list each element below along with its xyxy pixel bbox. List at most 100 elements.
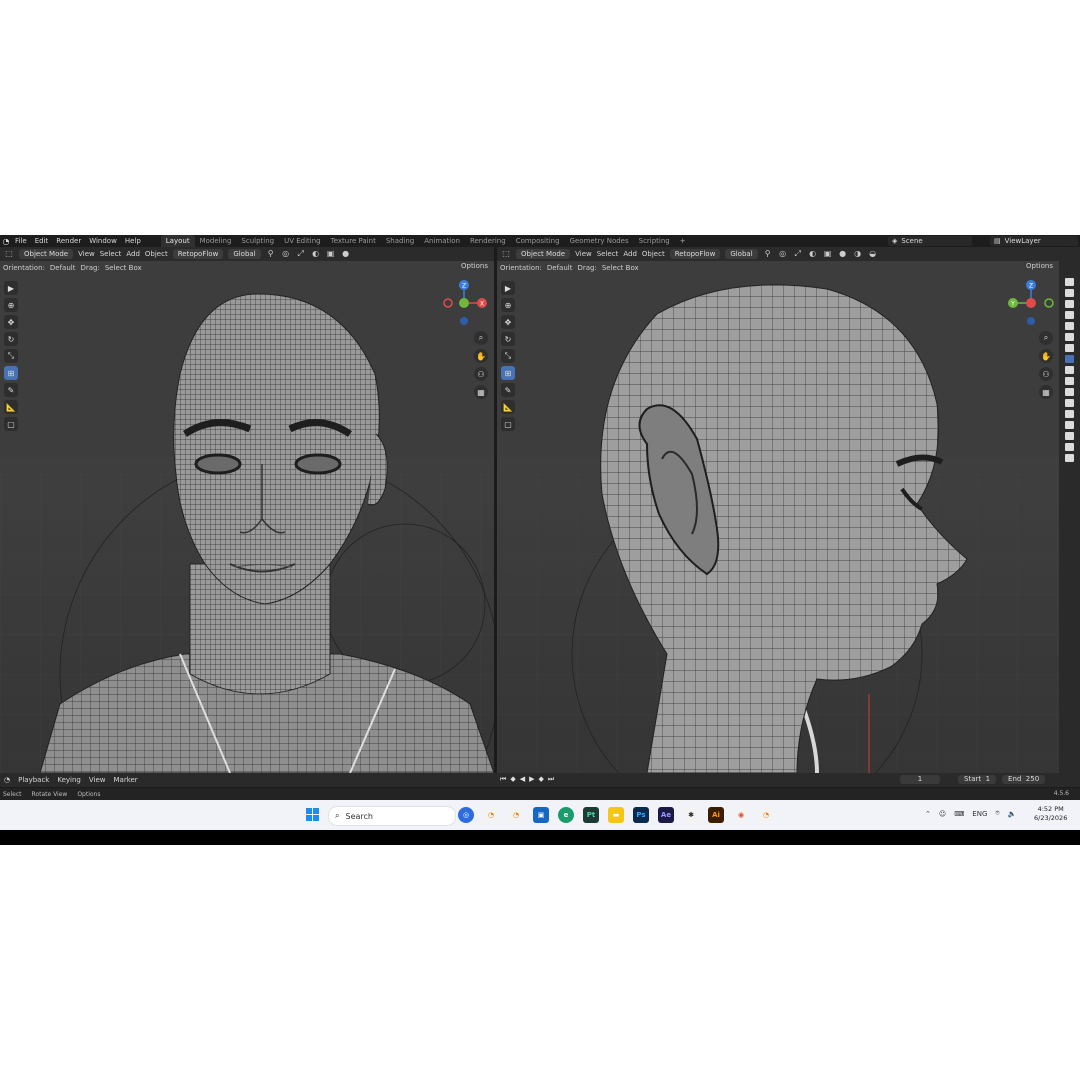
measure-tool-icon[interactable]: 📐	[501, 400, 515, 414]
gizmo-y-axis[interactable]	[459, 298, 469, 308]
scene-selector[interactable]: ◈ Scene	[888, 236, 972, 246]
physics-properties-icon[interactable]	[1065, 388, 1074, 396]
menu-object[interactable]: Object	[145, 250, 168, 258]
viewport-right[interactable]: ⬚ Object Mode View Select Add Object Ret…	[497, 247, 1059, 773]
tab-shading[interactable]: Shading	[381, 235, 419, 247]
modifier-properties-icon[interactable]	[1065, 366, 1074, 374]
photoshop-app-icon[interactable]: Ps	[633, 807, 649, 823]
view-layer-selector[interactable]: ▤ ViewLayer	[990, 236, 1078, 246]
jump-start-icon[interactable]: ⏮	[500, 775, 506, 784]
transform-orientation-dropdown[interactable]: Global	[228, 249, 261, 259]
proportional-edit-icon[interactable]: ◎	[778, 249, 788, 259]
measure-tool-icon[interactable]: 📐	[4, 400, 18, 414]
move-tool-icon[interactable]: ✥	[501, 315, 515, 329]
play-reverse-icon[interactable]: ◀	[520, 775, 525, 784]
drag-dropdown[interactable]: Select Box	[105, 264, 142, 272]
zoom-icon[interactable]: ⌕	[1039, 331, 1053, 345]
view-layer-properties-icon[interactable]	[1065, 311, 1074, 319]
tab-geometry-nodes[interactable]: Geometry Nodes	[565, 235, 634, 247]
timeline-editor-icon[interactable]: ◔	[4, 776, 10, 784]
output-properties-icon[interactable]	[1065, 300, 1074, 308]
perspective-grid-icon[interactable]: ▦	[1039, 385, 1053, 399]
tab-layout[interactable]: Layout	[160, 235, 195, 247]
menu-view[interactable]: View	[575, 250, 592, 258]
mode-dropdown[interactable]: Object Mode	[19, 249, 74, 259]
retopoflow-dropdown[interactable]: RetopoFlow	[669, 249, 721, 259]
menu-render[interactable]: Render	[56, 237, 81, 245]
after-effects-app-icon[interactable]: Ae	[658, 807, 674, 823]
tray-chevron-icon[interactable]: ⌃	[925, 810, 931, 818]
menu-select[interactable]: Select	[597, 250, 619, 258]
gizmo-toggle-icon[interactable]: ⤢	[296, 249, 306, 259]
xray-icon[interactable]: ▣	[326, 249, 336, 259]
play-icon[interactable]: ▶	[529, 775, 534, 784]
shading-material-icon[interactable]: ◑	[853, 249, 863, 259]
drag-dropdown[interactable]: Select Box	[602, 264, 639, 272]
tab-scripting[interactable]: Scripting	[634, 235, 675, 247]
editor-type-icon[interactable]: ⬚	[4, 249, 14, 259]
file-explorer-icon[interactable]: ▬	[608, 807, 624, 823]
menu-file[interactable]: File	[15, 237, 27, 245]
store-app-icon[interactable]: ▣	[533, 807, 549, 823]
tab-modeling[interactable]: Modeling	[195, 235, 237, 247]
menu-help[interactable]: Help	[125, 237, 141, 245]
editor-type-icon[interactable]: ⬚	[501, 249, 511, 259]
shading-solid-icon[interactable]: ●	[838, 249, 848, 259]
zoom-icon[interactable]: ⌕	[474, 331, 488, 345]
render-properties-icon[interactable]	[1065, 289, 1074, 297]
menu-keying[interactable]: Keying	[57, 776, 81, 784]
menu-playback[interactable]: Playback	[18, 776, 49, 784]
nav-gizmo-right[interactable]: Z Y	[1005, 277, 1057, 329]
retopoflow-dropdown[interactable]: RetopoFlow	[172, 249, 224, 259]
gizmo-neg-x[interactable]	[443, 298, 453, 308]
language-indicator[interactable]: ENG	[972, 810, 987, 818]
rotate-tool-icon[interactable]: ↻	[501, 332, 515, 346]
cursor-tool-icon[interactable]: ⊕	[4, 298, 18, 312]
menu-add[interactable]: Add	[126, 250, 140, 258]
options-dropdown[interactable]: Options	[1026, 262, 1053, 270]
tab-uv-editing[interactable]: UV Editing	[279, 235, 326, 247]
shading-solid-icon[interactable]: ●	[341, 249, 351, 259]
transform-tool-icon[interactable]: ⊞	[501, 366, 515, 380]
move-tool-icon[interactable]: ✥	[4, 315, 18, 329]
annotate-tool-icon[interactable]: ✎	[501, 383, 515, 397]
menu-object[interactable]: Object	[642, 250, 665, 258]
cursor-tool-icon[interactable]: ⊕	[501, 298, 515, 312]
tool-properties-icon[interactable]	[1065, 278, 1074, 286]
gizmo-neg-y[interactable]	[1044, 298, 1054, 308]
network-icon[interactable]: ⌾	[995, 809, 999, 818]
zbrush-app-icon[interactable]: ✱	[683, 807, 699, 823]
next-keyframe-icon[interactable]: ◆	[538, 775, 543, 784]
shading-rendered-icon[interactable]: ◒	[868, 249, 878, 259]
options-dropdown[interactable]: Options	[461, 262, 488, 270]
gizmo-neg-z[interactable]	[1027, 317, 1035, 325]
edge-app-icon[interactable]: e	[558, 807, 574, 823]
blender-app-icon[interactable]: ◔	[483, 807, 499, 823]
orientation-dropdown[interactable]: Default	[547, 264, 573, 272]
jump-end-icon[interactable]: ⏭	[548, 775, 554, 784]
app-icon-generic[interactable]: ◎	[458, 807, 474, 823]
texture-properties-icon[interactable]	[1065, 432, 1074, 440]
overlay-icon[interactable]: ◐	[808, 249, 818, 259]
pan-hand-icon[interactable]: ✋	[1039, 349, 1053, 363]
object-properties-icon[interactable]	[1065, 355, 1074, 363]
rotate-tool-icon[interactable]: ↻	[4, 332, 18, 346]
menu-window[interactable]: Window	[89, 237, 117, 245]
illustrator-app-icon[interactable]: Ai	[708, 807, 724, 823]
xray-icon[interactable]: ▣	[823, 249, 833, 259]
proportional-edit-icon[interactable]: ◎	[281, 249, 291, 259]
constraints-properties-icon[interactable]	[1065, 399, 1074, 407]
tab-rendering[interactable]: Rendering	[465, 235, 511, 247]
taskbar-search[interactable]: ⌕ Search	[328, 806, 456, 826]
snap-icon[interactable]: ⚲	[763, 249, 773, 259]
volume-icon[interactable]: 🔈	[1008, 810, 1017, 818]
add-workspace-icon[interactable]: +	[675, 235, 691, 247]
misc-properties-icon[interactable]	[1065, 454, 1074, 462]
tab-animation[interactable]: Animation	[419, 235, 465, 247]
tray-app-icon[interactable]: ☺	[939, 810, 946, 818]
orientation-dropdown[interactable]: Default	[50, 264, 76, 272]
gizmo-x-axis[interactable]	[1026, 298, 1036, 308]
scale-tool-icon[interactable]: ⤡	[4, 349, 18, 363]
camera-view-icon[interactable]: ⚇	[474, 367, 488, 381]
perspective-grid-icon[interactable]: ▦	[474, 385, 488, 399]
